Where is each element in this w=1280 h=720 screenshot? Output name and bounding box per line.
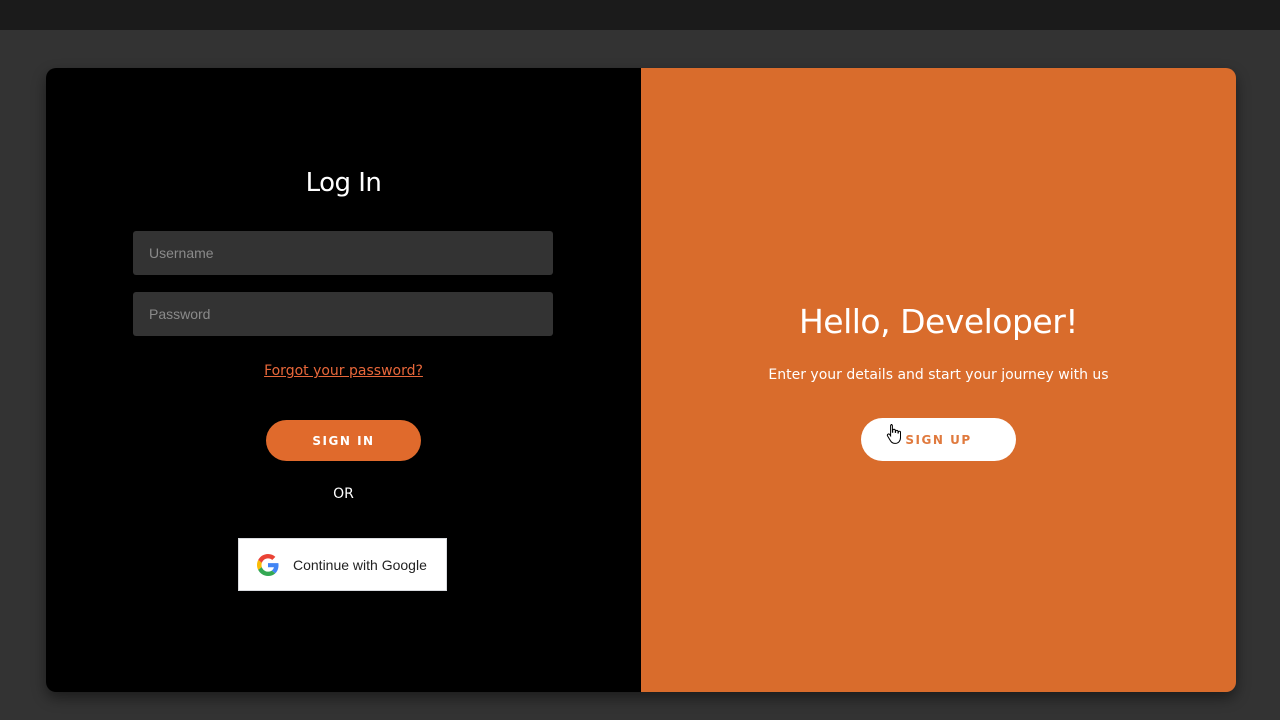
password-input[interactable] — [133, 292, 553, 336]
or-divider-text: OR — [333, 486, 354, 502]
login-panel: Log In Forgot your password? SIGN IN OR … — [46, 68, 641, 692]
hand-pointer-cursor-icon — [886, 423, 902, 445]
forgot-password-link[interactable]: Forgot your password? — [46, 363, 641, 379]
welcome-panel: Hello, Developer! Enter your details and… — [641, 68, 1236, 692]
top-bar — [0, 0, 1280, 30]
welcome-subtitle: Enter your details and start your journe… — [768, 367, 1109, 383]
login-title: Log In — [305, 168, 382, 198]
google-g-icon — [257, 553, 279, 576]
sign-in-button[interactable]: SIGN IN — [266, 420, 421, 461]
sign-up-button[interactable]: SIGN UP — [861, 418, 1016, 461]
google-button-label: Continue with Google — [293, 556, 427, 573]
welcome-title: Hello, Developer! — [798, 302, 1079, 341]
auth-card: Log In Forgot your password? SIGN IN OR … — [46, 68, 1236, 692]
username-input[interactable] — [133, 231, 553, 275]
continue-with-google-button[interactable]: Continue with Google — [238, 538, 447, 591]
